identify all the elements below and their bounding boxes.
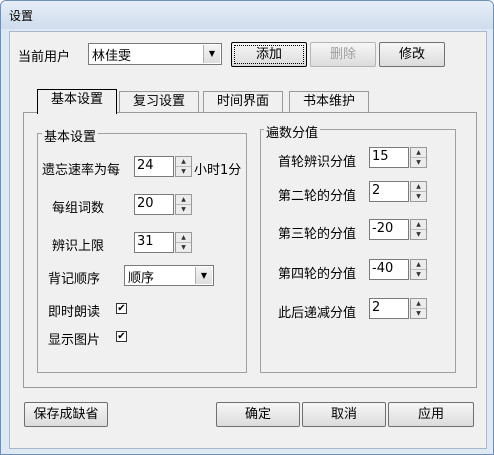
recognize-limit-label: 辨识上限 (52, 239, 105, 254)
instant-read-label: 即时朗读 (48, 305, 101, 320)
spin-down-icon[interactable]: ▼ (176, 205, 191, 214)
first-round-spinner[interactable]: ▲ ▼ (410, 147, 427, 168)
spin-down-icon[interactable]: ▼ (411, 158, 426, 167)
title-bar[interactable]: 设置 (1, 1, 493, 29)
basic-settings-legend: 基本设置 (42, 126, 99, 145)
spin-up-icon[interactable]: ▲ (411, 260, 426, 270)
spin-down-icon[interactable]: ▼ (411, 309, 426, 318)
spin-down-icon[interactable]: ▼ (411, 192, 426, 201)
first-round-label: 首轮辨识分值 (278, 155, 357, 170)
order-value: 顺序 (128, 271, 155, 286)
show-image-label: 显示图片 (48, 333, 101, 348)
spin-up-icon[interactable]: ▲ (411, 299, 426, 309)
after-rounds-input[interactable]: 2 (369, 298, 409, 319)
current-user-label: 当前用户 (18, 50, 71, 65)
forget-rate-spinner[interactable]: ▲ ▼ (175, 156, 192, 177)
second-round-spinner[interactable]: ▲ ▼ (410, 181, 427, 202)
spin-down-icon[interactable]: ▼ (411, 230, 426, 239)
tab-panel-basic: 基本设置 遗忘速率为每 24 ▲ ▼ 小时1分 每组词数 20 ▲ ▼ 辨识上限 3… (23, 112, 477, 388)
add-user-button[interactable]: 添加 (231, 42, 307, 67)
third-round-spinner[interactable]: ▲ ▼ (410, 219, 427, 240)
first-round-input[interactable]: 15 (369, 147, 409, 168)
tab-review-settings[interactable]: 复习设置 (119, 91, 199, 113)
group-words-label: 每组词数 (52, 201, 105, 216)
chevron-down-icon: ▼ (203, 45, 220, 63)
window-title: 设置 (9, 9, 34, 23)
settings-window: 设置 当前用户 林佳雯 ▼ 添加 删除 修改 基本设置 复习设置 时间界面 书本… (0, 0, 494, 455)
ok-button[interactable]: 确定 (216, 402, 300, 427)
fourth-round-input[interactable]: -40 (369, 259, 409, 280)
round-scores-legend: 遍数分值 (264, 122, 321, 141)
edit-user-button[interactable]: 修改 (379, 42, 445, 67)
third-round-label: 第三轮的分值 (278, 227, 357, 242)
order-label: 背记顺序 (48, 272, 101, 287)
spin-up-icon[interactable]: ▲ (176, 233, 191, 243)
second-round-label: 第二轮的分值 (278, 189, 357, 204)
after-rounds-spinner[interactable]: ▲ ▼ (410, 298, 427, 319)
tab-book-maintenance[interactable]: 书本维护 (289, 91, 369, 113)
save-default-button[interactable]: 保存成缺省 (24, 402, 108, 427)
delete-user-button[interactable]: 删除 (310, 42, 376, 67)
current-user-select[interactable]: 林佳雯 ▼ (88, 43, 222, 65)
spin-down-icon[interactable]: ▼ (176, 243, 191, 252)
recognize-limit-input[interactable]: 31 (134, 232, 174, 253)
third-round-input[interactable]: -20 (369, 219, 409, 240)
tab-time-interface[interactable]: 时间界面 (203, 91, 283, 113)
cancel-button[interactable]: 取消 (302, 402, 386, 427)
after-rounds-label: 此后递减分值 (278, 306, 357, 321)
fourth-round-label: 第四轮的分值 (278, 267, 357, 282)
fourth-round-spinner[interactable]: ▲ ▼ (410, 259, 427, 280)
show-image-checkbox[interactable]: ✔ (116, 331, 127, 342)
spin-down-icon[interactable]: ▼ (411, 270, 426, 279)
spin-up-icon[interactable]: ▲ (411, 148, 426, 158)
forget-rate-label: 遗忘速率为每 (42, 163, 121, 178)
spin-up-icon[interactable]: ▲ (176, 195, 191, 205)
chevron-down-icon: ▼ (195, 267, 212, 284)
forget-rate-input[interactable]: 24 (134, 156, 174, 177)
order-select[interactable]: 顺序 ▼ (124, 265, 214, 286)
instant-read-checkbox[interactable]: ✔ (116, 303, 127, 314)
group-words-spinner[interactable]: ▲ ▼ (175, 194, 192, 215)
group-words-input[interactable]: 20 (134, 194, 174, 215)
spin-up-icon[interactable]: ▲ (411, 182, 426, 192)
current-user-value: 林佳雯 (92, 49, 132, 64)
tab-basic-settings[interactable]: 基本设置 (37, 89, 117, 114)
spin-up-icon[interactable]: ▲ (176, 157, 191, 167)
settings-tabs: 基本设置 复习设置 时间界面 书本维护 (23, 89, 477, 114)
spin-up-icon[interactable]: ▲ (411, 220, 426, 230)
forget-rate-suffix: 小时1分 (194, 163, 242, 178)
recognize-limit-spinner[interactable]: ▲ ▼ (175, 232, 192, 253)
spin-down-icon[interactable]: ▼ (176, 167, 191, 176)
second-round-input[interactable]: 2 (369, 181, 409, 202)
apply-button[interactable]: 应用 (388, 402, 474, 427)
